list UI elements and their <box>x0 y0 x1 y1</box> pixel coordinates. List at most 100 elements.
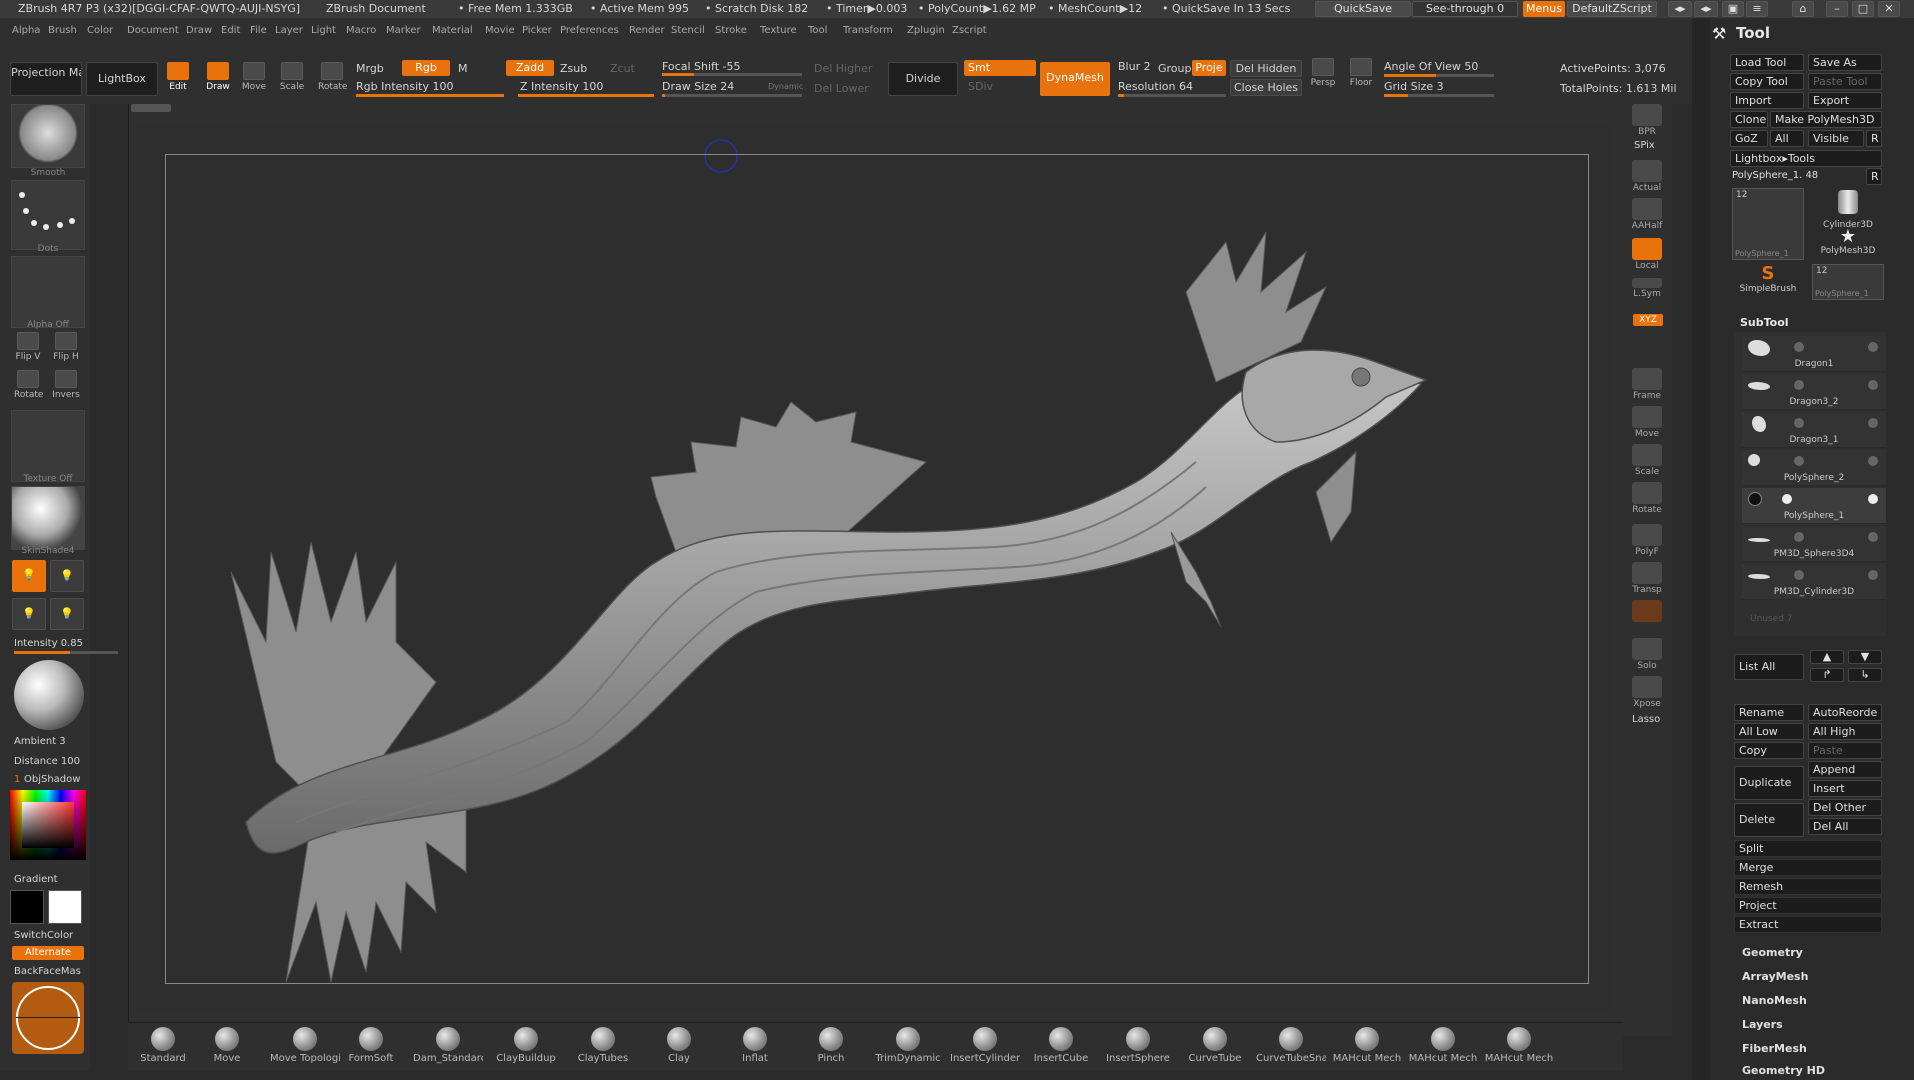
menu-marker[interactable]: Marker <box>386 25 421 36</box>
texture-thumbnail[interactable] <box>11 410 85 482</box>
brush-formsoft[interactable]: FormSoft <box>336 1027 406 1064</box>
m-button[interactable]: M <box>458 62 468 75</box>
light-bulb-icon[interactable]: 💡 <box>50 560 84 592</box>
light-bulb-icon[interactable]: 💡 <box>50 598 84 630</box>
subtool-row[interactable]: PolySphere_1 <box>1742 488 1886 524</box>
subtool-row[interactable]: Dragon1 <box>1742 336 1886 372</box>
brush-thumbnail[interactable] <box>11 104 85 168</box>
paste-subtool-button[interactable]: Paste <box>1808 742 1882 759</box>
menu-zplugin[interactable]: Zplugin <box>907 25 945 36</box>
move-down-icon[interactable]: ▼ <box>1848 650 1882 664</box>
zcut-button[interactable]: Zcut <box>610 62 635 75</box>
brush-insertcylinder[interactable]: InsertCylinder <box>950 1027 1020 1064</box>
group-toggle[interactable]: Group <box>1158 62 1192 75</box>
solo-button[interactable]: Solo <box>1630 638 1664 672</box>
menu-picker[interactable]: Picker <box>522 25 552 36</box>
simplebrush-tool-thumb[interactable]: S SimpleBrush <box>1732 264 1804 300</box>
brush-mahcut-mech-1[interactable]: MAHcut Mech <box>1332 1027 1402 1064</box>
insert-button[interactable]: Insert <box>1808 780 1882 797</box>
zsub-button[interactable]: Zsub <box>560 62 587 75</box>
divide-button[interactable]: Divide <box>888 62 958 96</box>
move-mode-button[interactable]: Move <box>240 62 268 98</box>
merge-section[interactable]: Merge <box>1734 859 1882 876</box>
menu-preferences[interactable]: Preferences <box>560 25 619 36</box>
mrgb-button[interactable]: Mrgb <box>356 62 384 75</box>
paste-tool-button[interactable]: Paste Tool <box>1808 73 1882 90</box>
local-button[interactable]: Local <box>1630 238 1664 272</box>
brush-mahcut-mech-2[interactable]: MAHcut Mech <box>1408 1027 1478 1064</box>
alpha-thumbnail[interactable] <box>11 256 85 328</box>
ghost-button[interactable] <box>1630 600 1664 634</box>
menu-draw[interactable]: Draw <box>186 25 212 36</box>
brush-pinch[interactable]: Pinch <box>796 1027 866 1064</box>
brush-curvetube[interactable]: CurveTube <box>1180 1027 1250 1064</box>
load-tool-button[interactable]: Load Tool <box>1730 54 1804 71</box>
remesh-section[interactable]: Remesh <box>1734 878 1882 895</box>
light-bulb-icon[interactable]: 💡 <box>12 560 46 592</box>
switchcolor-button[interactable]: SwitchColor <box>14 930 73 941</box>
color-picker[interactable] <box>10 790 86 860</box>
flip-h-button[interactable]: Flip H <box>52 332 80 368</box>
menu-light[interactable]: Light <box>311 25 336 36</box>
grid-size-slider[interactable] <box>1384 94 1494 97</box>
subtool-row[interactable]: PolySphere_2 <box>1742 450 1886 486</box>
layout-right-icon[interactable]: ◂▸ <box>1694 1 1718 17</box>
menu-color[interactable]: Color <box>87 25 113 36</box>
polymesh-tool-thumb[interactable]: ★ PolyMesh3D <box>1812 228 1884 262</box>
draw-mode-button[interactable]: Draw <box>204 62 232 98</box>
bpr-button[interactable]: BPR <box>1630 104 1664 138</box>
rgb-button[interactable]: Rgb <box>402 60 450 76</box>
brush-mahcut-mech-3[interactable]: MAHcut Mech <box>1484 1027 1554 1064</box>
brush-claybuildup[interactable]: ClayBuildup <box>491 1027 561 1064</box>
z-intensity-slider[interactable] <box>518 94 654 97</box>
rename-button[interactable]: Rename <box>1734 704 1804 721</box>
edit-mode-button[interactable]: Edit <box>164 62 192 98</box>
menu-stroke[interactable]: Stroke <box>715 25 747 36</box>
see-through-slider[interactable]: See-through 0 <box>1412 1 1518 17</box>
all-low-button[interactable]: All Low <box>1734 723 1804 740</box>
menus-button[interactable]: Menus <box>1523 1 1565 17</box>
lightbox-tools-button[interactable]: Lightbox▸Tools <box>1730 150 1882 167</box>
copy-tool-button[interactable]: Copy Tool <box>1730 73 1804 90</box>
duplicate-button[interactable]: Duplicate <box>1734 766 1804 800</box>
lsym-button[interactable]: L.Sym <box>1630 278 1664 312</box>
all-high-button[interactable]: All High <box>1808 723 1882 740</box>
del-lower-button[interactable]: Del Lower <box>814 82 869 95</box>
list-all-button[interactable]: List All <box>1734 654 1804 680</box>
layers-section[interactable]: Layers <box>1742 1018 1783 1031</box>
menu-texture[interactable]: Texture <box>760 25 797 36</box>
autoreorder-button[interactable]: AutoReorde <box>1808 704 1882 721</box>
actual-button[interactable]: Actual <box>1630 160 1664 194</box>
delete-button[interactable]: Delete <box>1734 803 1804 837</box>
subtool-row[interactable]: PM3D_Sphere3D4 <box>1742 526 1886 562</box>
gyro-widget[interactable] <box>12 982 84 1054</box>
projection-master-button[interactable]: Projection Master <box>10 62 82 96</box>
transp-button[interactable]: Transp <box>1630 562 1664 596</box>
subtool-row[interactable]: PM3D_Cylinder3D <box>1742 564 1886 600</box>
alternate-button[interactable]: Alternate <box>12 946 84 960</box>
settings-icon[interactable]: ≡ <box>1746 1 1768 17</box>
current-tool-slider[interactable]: PolySphere_1. 48 <box>1732 170 1856 181</box>
copy-subtool-button[interactable]: Copy <box>1734 742 1804 759</box>
sdiv-slider[interactable]: SDiv <box>968 80 993 93</box>
stroke-thumbnail[interactable] <box>11 180 85 250</box>
brush-move[interactable]: Move <box>192 1027 262 1064</box>
extract-section[interactable]: Extract <box>1734 916 1882 933</box>
arraymesh-section[interactable]: ArrayMesh <box>1742 970 1808 983</box>
spix-label[interactable]: SPix <box>1634 140 1655 151</box>
save-as-button[interactable]: Save As <box>1808 54 1882 71</box>
clone-button[interactable]: Clone <box>1730 111 1768 128</box>
resolution-slider[interactable] <box>1118 94 1226 97</box>
menu-movie[interactable]: Movie <box>485 25 515 36</box>
close-holes-button[interactable]: Close Holes <box>1230 79 1302 96</box>
brush-clay[interactable]: Clay <box>644 1027 714 1064</box>
arrow-right-icon[interactable]: ↱ <box>1810 668 1844 682</box>
polyf-button[interactable]: PolyF <box>1630 524 1664 558</box>
move-up-icon[interactable]: ▲ <box>1810 650 1844 664</box>
zadd-button[interactable]: Zadd <box>506 60 554 76</box>
light-bulb-icon[interactable]: 💡 <box>12 598 46 630</box>
split-section[interactable]: Split <box>1734 840 1882 857</box>
nanomesh-section[interactable]: NanoMesh <box>1742 994 1807 1007</box>
panel-divider[interactable] <box>1692 18 1710 1080</box>
brush-insertsphere[interactable]: InsertSphere <box>1103 1027 1173 1064</box>
